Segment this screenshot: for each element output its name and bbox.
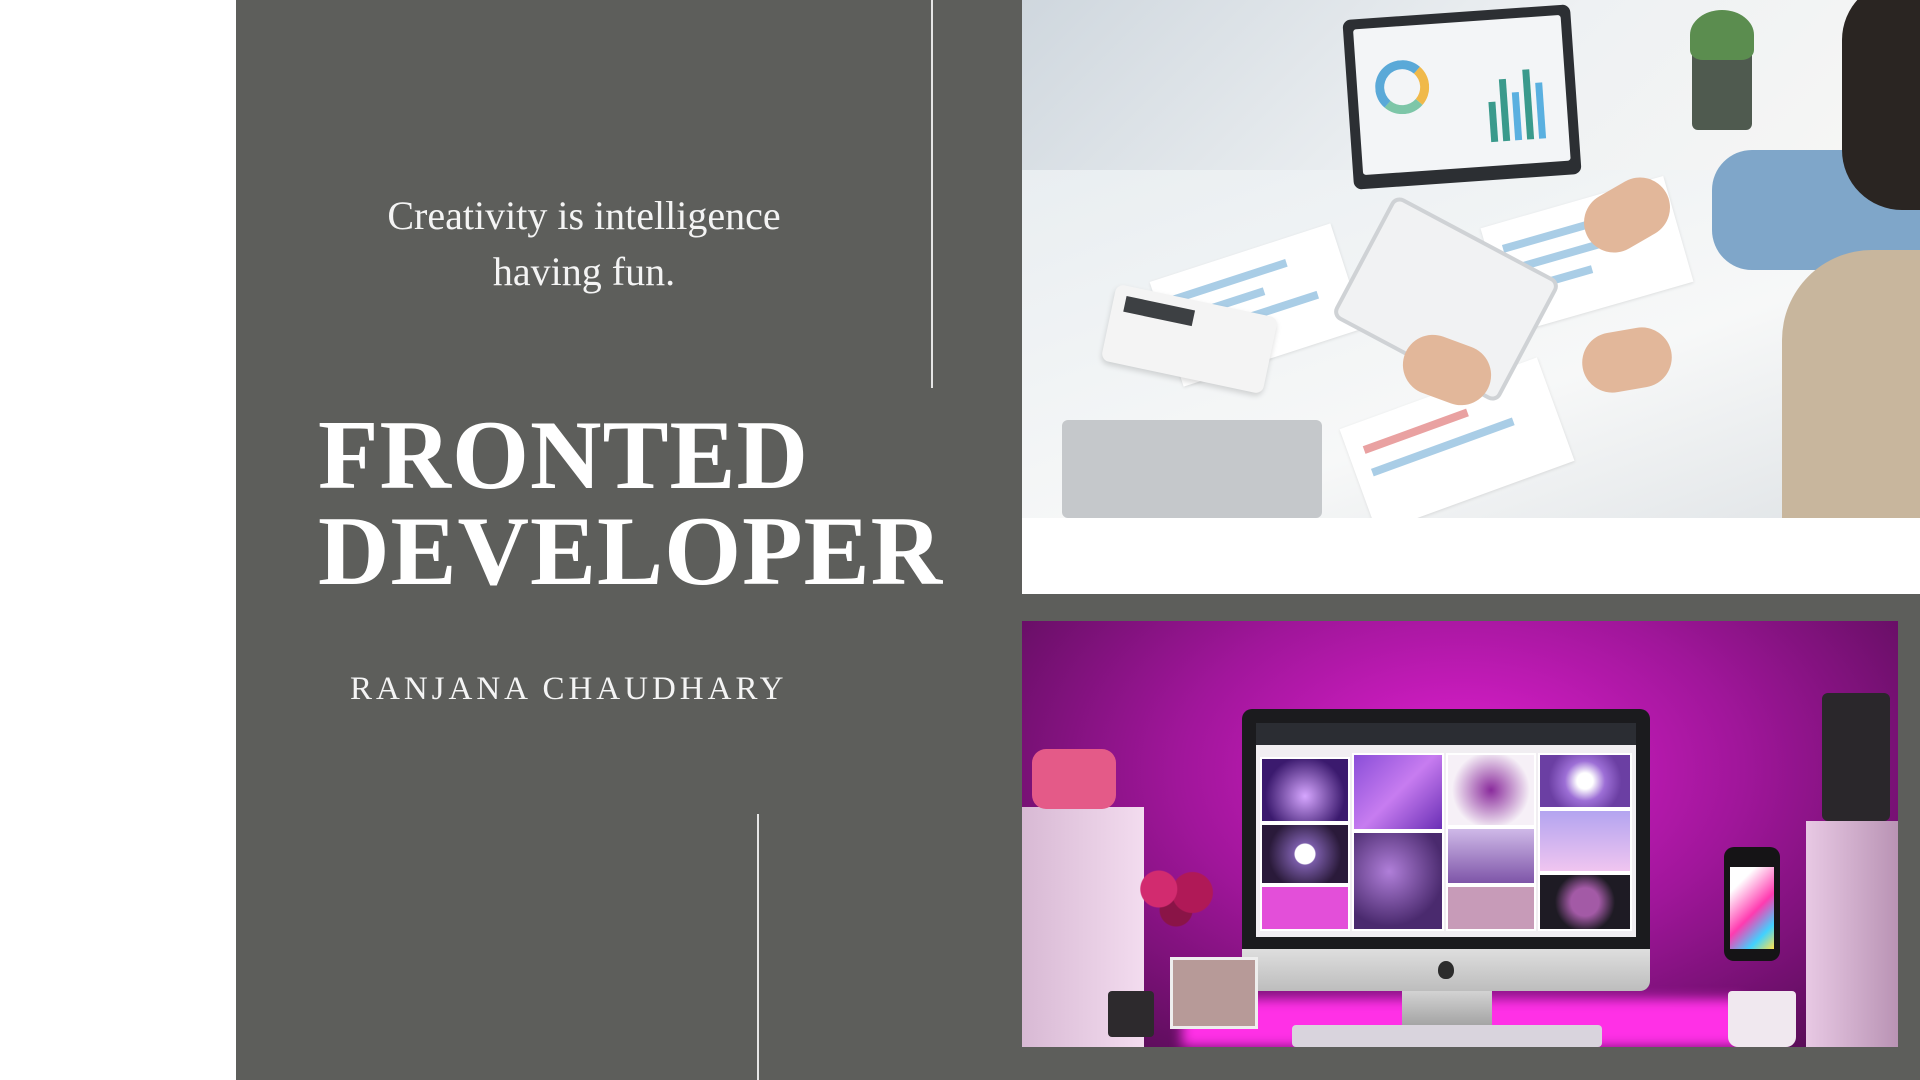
smartphone [1724,847,1780,961]
mug [1728,991,1796,1047]
keyboard [1292,1025,1602,1047]
cabinet-right [1806,821,1898,1047]
desktop-monitor [1242,709,1650,991]
laptop-keyboard [1062,420,1322,518]
quote: Creativity is intelligence having fun. [340,188,828,300]
person-body [1782,250,1920,518]
pink-desk-setup-photo [1022,621,1898,1047]
author-name: RANJANA CHAUDHARY [350,671,788,707]
flowers [1130,861,1226,931]
slide-title: FRONTED DEVELOPER [318,401,944,606]
instant-camera [1032,749,1116,809]
speaker [1822,693,1890,821]
quote-line-2: having fun. [492,249,676,294]
candle [1108,991,1154,1037]
title-line-2: DEVELOPER [318,497,944,606]
office-desk-photo [1022,0,1920,518]
laptop-screen [1342,4,1582,190]
monitor-screen [1256,723,1636,937]
quote-line-1: Creativity is intelligence [387,193,781,238]
title-line-1: FRONTED [318,401,810,510]
photo-frame [1170,957,1258,1029]
plant-leaves [1690,10,1754,60]
donut-chart-icon [1373,58,1431,116]
person-hair [1842,0,1920,210]
apple-logo-icon [1438,961,1454,979]
divider-line-bottom [757,814,759,1080]
divider-line-top [931,0,933,388]
